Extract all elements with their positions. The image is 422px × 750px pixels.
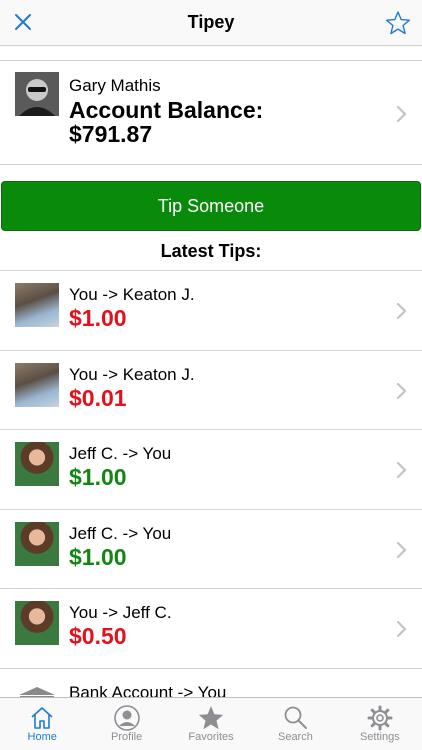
star-icon[interactable] bbox=[385, 10, 411, 36]
tab-search[interactable]: Search bbox=[253, 698, 337, 750]
balance-label: Account Balance: bbox=[69, 97, 264, 123]
latest-tips-title: Latest Tips: bbox=[160, 241, 262, 261]
tip-description: Jeff C. -> You bbox=[69, 523, 172, 543]
chevron-right-icon bbox=[396, 541, 407, 558]
home-icon bbox=[31, 707, 53, 729]
tip-row[interactable]: You -> Keaton J. $1.00 bbox=[0, 271, 422, 351]
balance-value: $791.87 bbox=[69, 121, 153, 147]
avatar bbox=[15, 442, 59, 486]
tip-amount: $1.00 bbox=[69, 305, 127, 331]
avatar bbox=[15, 283, 59, 327]
tab-home[interactable]: Home bbox=[0, 698, 84, 750]
account-balance-cell[interactable]: Gary Mathis Account Balance: $791.87 bbox=[0, 60, 422, 165]
tab-label: Settings bbox=[359, 731, 400, 743]
tip-row[interactable]: You -> Keaton J. $0.01 bbox=[0, 350, 422, 430]
tip-row[interactable]: Jeff C. -> You $1.00 bbox=[0, 509, 422, 589]
tab-bar: Home Profile Favorites Search Settings bbox=[0, 697, 422, 750]
tip-amount: $0.01 bbox=[69, 384, 127, 411]
chevron-right-icon bbox=[396, 105, 407, 123]
page-title: Tipey bbox=[187, 12, 235, 32]
chevron-right-icon bbox=[396, 382, 407, 399]
tab-label: Home bbox=[27, 731, 57, 743]
tab-favorites[interactable]: Favorites bbox=[169, 698, 253, 750]
account-name: Gary Mathis bbox=[69, 76, 161, 95]
tip-someone-button[interactable]: Tip Someone bbox=[1, 181, 421, 231]
tip-description: You -> Keaton J. bbox=[69, 364, 195, 384]
chevron-right-icon bbox=[396, 461, 407, 479]
tab-settings[interactable]: Settings bbox=[338, 698, 422, 750]
chevron-right-icon bbox=[396, 620, 407, 638]
avatar bbox=[15, 72, 59, 116]
avatar bbox=[15, 362, 59, 407]
tab-profile[interactable]: Profile bbox=[84, 698, 168, 750]
tip-description: You -> Jeff C. bbox=[69, 603, 172, 622]
tip-description: Jeff C. -> You bbox=[69, 444, 172, 463]
tip-description: You -> Keaton J. bbox=[69, 285, 195, 304]
chevron-right-icon bbox=[396, 302, 407, 320]
tip-amount: $0.50 bbox=[69, 623, 127, 649]
avatar bbox=[15, 521, 59, 566]
tip-row[interactable]: You -> Jeff C. $0.50 bbox=[0, 589, 422, 669]
tab-label: Profile bbox=[111, 731, 143, 743]
tip-amount: $1.00 bbox=[69, 543, 127, 570]
gear-icon bbox=[367, 705, 393, 731]
tip-amount: $1.00 bbox=[69, 464, 127, 490]
tip-row[interactable]: Jeff C. -> You $1.00 bbox=[0, 430, 422, 510]
tip-list: You -> Keaton J. $1.00 You -> Keaton J. … bbox=[0, 270, 422, 748]
tab-label: Favorites bbox=[188, 731, 234, 743]
profile-icon bbox=[113, 705, 140, 731]
star-icon bbox=[198, 706, 224, 730]
navigation-bar: Tipey bbox=[0, 0, 422, 46]
search-icon bbox=[285, 706, 308, 729]
avatar bbox=[15, 601, 59, 645]
tab-label: Search bbox=[277, 731, 313, 743]
